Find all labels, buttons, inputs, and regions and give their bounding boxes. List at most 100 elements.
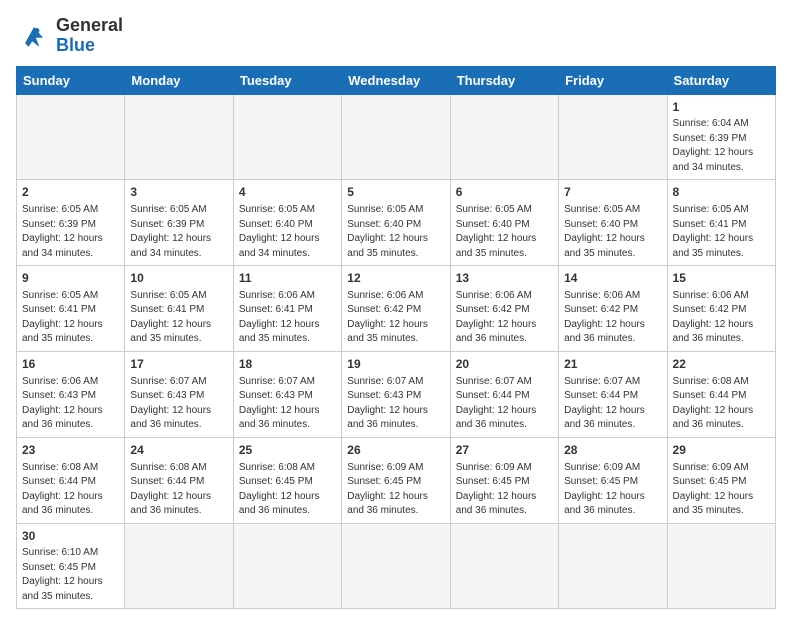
calendar-week-row: 1Sunrise: 6:04 AM Sunset: 6:39 PM Daylig… xyxy=(17,94,776,180)
calendar-day-cell: 15 Sunrise: 6:06 AM Sunset: 6:42 PM Dayli… xyxy=(667,266,775,352)
calendar-day-cell: 10 Sunrise: 6:05 AM Sunset: 6:41 PM Dayli… xyxy=(125,266,233,352)
day-number: 27 xyxy=(456,442,553,459)
calendar-table: SundayMondayTuesdayWednesdayThursdayFrid… xyxy=(16,66,776,610)
calendar-week-row: 23 Sunrise: 6:08 AM Sunset: 6:44 PM Dayli… xyxy=(17,437,776,523)
day-number: 5 xyxy=(347,184,444,201)
day-info: Sunrise: 6:08 AM Sunset: 6:44 PM Dayligh… xyxy=(130,461,227,519)
day-number: 19 xyxy=(347,356,444,373)
day-number: 20 xyxy=(456,356,553,373)
header: GeneralBlue xyxy=(16,16,776,56)
calendar-day-cell: 22 Sunrise: 6:08 AM Sunset: 6:44 PM Dayli… xyxy=(667,351,775,437)
day-info: Sunrise: 6:05 AM Sunset: 6:40 PM Dayligh… xyxy=(456,203,553,261)
day-info: Sunrise: 6:05 AM Sunset: 6:41 PM Dayligh… xyxy=(673,203,770,261)
calendar-day-cell: 6 Sunrise: 6:05 AM Sunset: 6:40 PM Daylig… xyxy=(450,180,558,266)
day-number: 8 xyxy=(673,184,770,201)
calendar-day-cell: 27 Sunrise: 6:09 AM Sunset: 6:45 PM Dayli… xyxy=(450,437,558,523)
day-number: 28 xyxy=(564,442,661,459)
day-info: Sunrise: 6:05 AM Sunset: 6:40 PM Dayligh… xyxy=(347,203,444,261)
calendar-day-cell: 3Sunrise: 6:05 AM Sunset: 6:39 PM Daylig… xyxy=(125,180,233,266)
day-number: 2 xyxy=(22,184,119,201)
calendar-day-cell xyxy=(342,523,450,609)
day-info: Sunrise: 6:07 AM Sunset: 6:44 PM Dayligh… xyxy=(456,375,553,433)
calendar-day-cell: 14Sunrise: 6:06 AM Sunset: 6:42 PM Dayli… xyxy=(559,266,667,352)
calendar-day-cell: 9Sunrise: 6:05 AM Sunset: 6:41 PM Daylig… xyxy=(17,266,125,352)
day-info: Sunrise: 6:08 AM Sunset: 6:44 PM Dayligh… xyxy=(673,375,770,433)
calendar-day-cell: 28 Sunrise: 6:09 AM Sunset: 6:45 PM Dayli… xyxy=(559,437,667,523)
calendar-day-cell: 21Sunrise: 6:07 AM Sunset: 6:44 PM Dayli… xyxy=(559,351,667,437)
day-number: 26 xyxy=(347,442,444,459)
day-info: Sunrise: 6:08 AM Sunset: 6:44 PM Dayligh… xyxy=(22,461,119,519)
calendar-day-cell: 16 Sunrise: 6:06 AM Sunset: 6:43 PM Dayli… xyxy=(17,351,125,437)
calendar-day-cell: 26Sunrise: 6:09 AM Sunset: 6:45 PM Dayli… xyxy=(342,437,450,523)
calendar-day-cell: 4 Sunrise: 6:05 AM Sunset: 6:40 PM Daylig… xyxy=(233,180,341,266)
day-info: Sunrise: 6:07 AM Sunset: 6:43 PM Dayligh… xyxy=(239,375,336,433)
calendar-day-cell xyxy=(559,523,667,609)
calendar-week-row: 9Sunrise: 6:05 AM Sunset: 6:41 PM Daylig… xyxy=(17,266,776,352)
calendar-day-cell xyxy=(667,523,775,609)
calendar-day-cell xyxy=(342,94,450,180)
calendar-day-cell: 19Sunrise: 6:07 AM Sunset: 6:43 PM Dayli… xyxy=(342,351,450,437)
calendar-day-cell: 11 Sunrise: 6:06 AM Sunset: 6:41 PM Dayli… xyxy=(233,266,341,352)
day-number: 22 xyxy=(673,356,770,373)
calendar-day-cell: 29Sunrise: 6:09 AM Sunset: 6:45 PM Dayli… xyxy=(667,437,775,523)
day-info: Sunrise: 6:05 AM Sunset: 6:40 PM Dayligh… xyxy=(564,203,661,261)
calendar-week-row: 2Sunrise: 6:05 AM Sunset: 6:39 PM Daylig… xyxy=(17,180,776,266)
day-info: Sunrise: 6:05 AM Sunset: 6:41 PM Dayligh… xyxy=(130,289,227,347)
day-info: Sunrise: 6:08 AM Sunset: 6:45 PM Dayligh… xyxy=(239,461,336,519)
day-number: 11 xyxy=(239,270,336,287)
day-number: 15 xyxy=(673,270,770,287)
calendar-day-cell: 18 Sunrise: 6:07 AM Sunset: 6:43 PM Dayli… xyxy=(233,351,341,437)
day-number: 3 xyxy=(130,184,227,201)
day-number: 24 xyxy=(130,442,227,459)
logo-icon xyxy=(16,18,52,54)
day-number: 17 xyxy=(130,356,227,373)
day-number: 16 xyxy=(22,356,119,373)
weekday-header-wednesday: Wednesday xyxy=(342,66,450,94)
calendar-week-row: 30Sunrise: 6:10 AM Sunset: 6:45 PM Dayli… xyxy=(17,523,776,609)
day-info: Sunrise: 6:06 AM Sunset: 6:41 PM Dayligh… xyxy=(239,289,336,347)
day-info: Sunrise: 6:04 AM Sunset: 6:39 PM Dayligh… xyxy=(673,117,770,175)
day-number: 7 xyxy=(564,184,661,201)
weekday-header-saturday: Saturday xyxy=(667,66,775,94)
day-number: 6 xyxy=(456,184,553,201)
calendar-day-cell: 20 Sunrise: 6:07 AM Sunset: 6:44 PM Dayli… xyxy=(450,351,558,437)
calendar-day-cell: 23 Sunrise: 6:08 AM Sunset: 6:44 PM Dayli… xyxy=(17,437,125,523)
calendar-day-cell xyxy=(233,523,341,609)
calendar-day-cell xyxy=(559,94,667,180)
day-number: 21 xyxy=(564,356,661,373)
day-number: 23 xyxy=(22,442,119,459)
weekday-header-sunday: Sunday xyxy=(17,66,125,94)
day-number: 12 xyxy=(347,270,444,287)
calendar-day-cell xyxy=(233,94,341,180)
calendar-day-cell xyxy=(125,94,233,180)
calendar-day-cell xyxy=(450,523,558,609)
day-number: 30 xyxy=(22,528,119,545)
day-info: Sunrise: 6:06 AM Sunset: 6:42 PM Dayligh… xyxy=(456,289,553,347)
day-number: 25 xyxy=(239,442,336,459)
calendar-day-cell: 12 Sunrise: 6:06 AM Sunset: 6:42 PM Dayli… xyxy=(342,266,450,352)
calendar-day-cell: 30Sunrise: 6:10 AM Sunset: 6:45 PM Dayli… xyxy=(17,523,125,609)
calendar-day-cell: 25 Sunrise: 6:08 AM Sunset: 6:45 PM Dayli… xyxy=(233,437,341,523)
day-info: Sunrise: 6:05 AM Sunset: 6:41 PM Dayligh… xyxy=(22,289,119,347)
calendar-day-cell xyxy=(450,94,558,180)
calendar-day-cell: 5 Sunrise: 6:05 AM Sunset: 6:40 PM Daylig… xyxy=(342,180,450,266)
day-number: 13 xyxy=(456,270,553,287)
calendar-day-cell: 7 Sunrise: 6:05 AM Sunset: 6:40 PM Daylig… xyxy=(559,180,667,266)
day-info: Sunrise: 6:06 AM Sunset: 6:42 PM Dayligh… xyxy=(564,289,661,347)
day-info: Sunrise: 6:06 AM Sunset: 6:42 PM Dayligh… xyxy=(347,289,444,347)
calendar-day-cell: 24 Sunrise: 6:08 AM Sunset: 6:44 PM Dayli… xyxy=(125,437,233,523)
day-info: Sunrise: 6:09 AM Sunset: 6:45 PM Dayligh… xyxy=(564,461,661,519)
day-info: Sunrise: 6:06 AM Sunset: 6:42 PM Dayligh… xyxy=(673,289,770,347)
calendar-header-row: SundayMondayTuesdayWednesdayThursdayFrid… xyxy=(17,66,776,94)
calendar-day-cell: 1Sunrise: 6:04 AM Sunset: 6:39 PM Daylig… xyxy=(667,94,775,180)
day-number: 10 xyxy=(130,270,227,287)
day-info: Sunrise: 6:06 AM Sunset: 6:43 PM Dayligh… xyxy=(22,375,119,433)
calendar-day-cell: 17Sunrise: 6:07 AM Sunset: 6:43 PM Dayli… xyxy=(125,351,233,437)
weekday-header-monday: Monday xyxy=(125,66,233,94)
day-info: Sunrise: 6:05 AM Sunset: 6:40 PM Dayligh… xyxy=(239,203,336,261)
day-number: 18 xyxy=(239,356,336,373)
day-number: 1 xyxy=(673,99,770,116)
day-number: 4 xyxy=(239,184,336,201)
calendar-week-row: 16 Sunrise: 6:06 AM Sunset: 6:43 PM Dayli… xyxy=(17,351,776,437)
day-info: Sunrise: 6:09 AM Sunset: 6:45 PM Dayligh… xyxy=(456,461,553,519)
